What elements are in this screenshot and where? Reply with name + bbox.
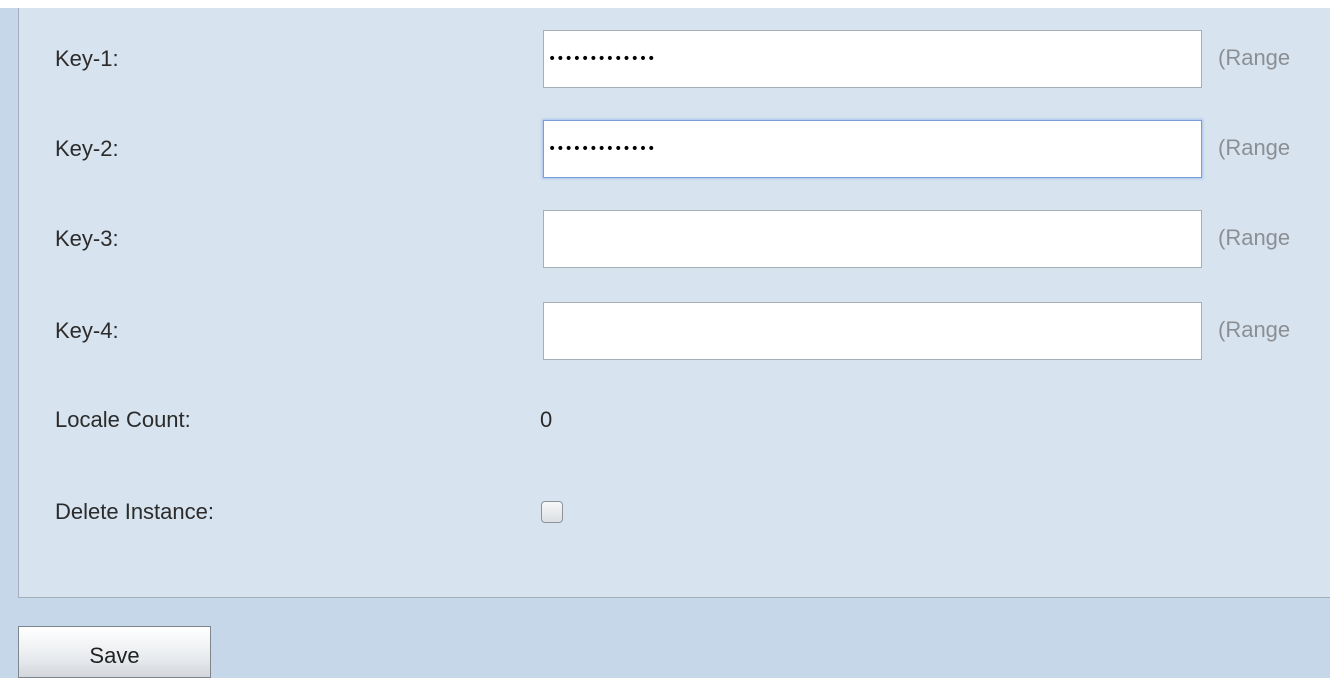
key-1-row: Key-1: (Range: [19, 30, 1330, 88]
locale-count-value: 0: [540, 407, 553, 432]
key-4-row: Key-4: (Range: [19, 302, 1330, 360]
key-1-field[interactable]: [543, 30, 1202, 88]
delete-instance-row: Delete Instance:: [19, 492, 1330, 532]
key-3-label: Key-3:: [55, 226, 119, 251]
key-1-label: Key-1:: [55, 46, 119, 71]
key-2-range-hint: (Range: [1218, 135, 1291, 160]
save-button[interactable]: Save: [18, 626, 211, 678]
key-3-field[interactable]: [543, 210, 1202, 268]
key-4-label: Key-4:: [55, 318, 119, 343]
delete-instance-label: Delete Instance:: [55, 499, 214, 524]
top-strip: [0, 0, 1330, 8]
locale-count-label: Locale Count:: [55, 407, 191, 432]
key-4-range-hint: (Range: [1218, 317, 1291, 342]
settings-panel: Key-1: (Range Key-2: (Range Key-3: (Rang…: [18, 8, 1330, 598]
key-2-field[interactable]: [543, 120, 1202, 178]
key-1-range-hint: (Range: [1218, 45, 1291, 70]
locale-count-row: Locale Count: 0: [19, 400, 1330, 440]
key-3-range-hint: (Range: [1218, 225, 1291, 250]
delete-instance-checkbox[interactable]: [541, 501, 563, 523]
key-3-row: Key-3: (Range: [19, 210, 1330, 268]
key-4-field[interactable]: [543, 302, 1202, 360]
key-2-label: Key-2:: [55, 136, 119, 161]
key-2-row: Key-2: (Range: [19, 120, 1330, 178]
